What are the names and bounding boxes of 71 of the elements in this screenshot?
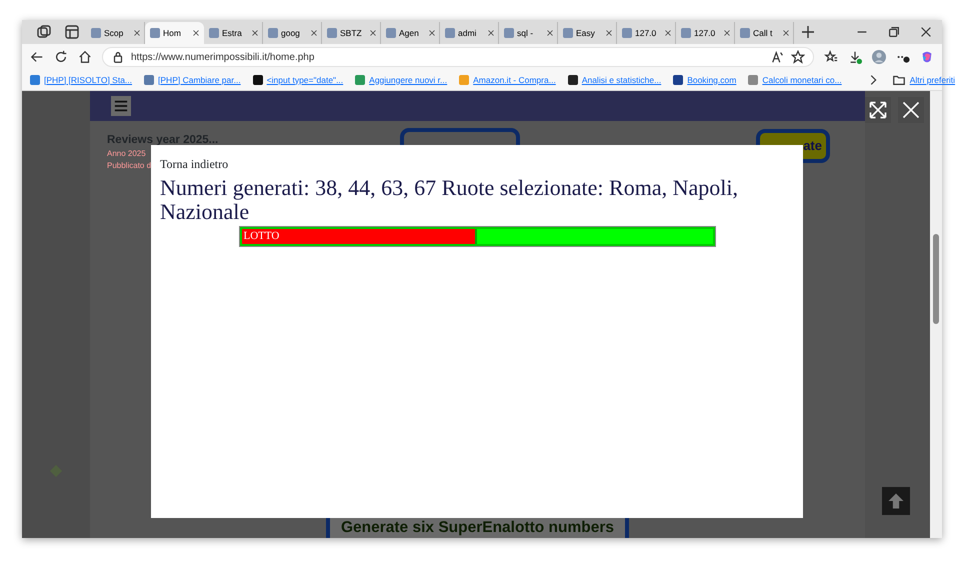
restore-icon[interactable] (887, 25, 901, 39)
favorites-icon[interactable] (824, 50, 838, 64)
browser-tab[interactable]: Hom (145, 22, 204, 44)
review-year: Anno 2025 (107, 148, 146, 160)
bookmark-link[interactable]: Aggiungere nuovi r... (355, 74, 448, 86)
favicon-icon (144, 75, 154, 85)
close-icon[interactable] (251, 29, 259, 37)
favicon-icon (568, 75, 578, 85)
bookmark-link[interactable]: Calcoli monetari co... (748, 74, 842, 86)
address-bar[interactable]: https://www.numerimpossibili.it/home.php (102, 47, 814, 67)
plus-icon[interactable] (800, 24, 816, 40)
close-icon[interactable] (546, 29, 554, 37)
back-link[interactable]: Torna indietro (160, 157, 228, 171)
bar-label: LOTTO (244, 229, 280, 244)
close-icon[interactable] (919, 25, 933, 39)
favicon-icon (504, 28, 514, 38)
favicon-icon (150, 28, 160, 38)
favicon-icon (459, 75, 470, 85)
bookmark-link[interactable]: Amazon.it - Compra... (459, 74, 556, 86)
tab-actions-icon[interactable] (64, 24, 80, 40)
folder-icon (892, 73, 906, 87)
menu-icon[interactable] (111, 96, 131, 116)
favicon-icon (355, 75, 366, 85)
close-icon[interactable] (192, 29, 200, 37)
favicon-icon (268, 28, 278, 38)
lock-icon (111, 50, 125, 64)
bookmark-link[interactable]: Booking.com (673, 74, 736, 86)
favicon-icon (622, 28, 632, 38)
review-date: Pubblicato d (107, 160, 152, 172)
close-icon[interactable] (723, 29, 731, 37)
favicon-icon (673, 75, 684, 85)
favicon-icon (30, 75, 40, 85)
close-icon[interactable] (133, 29, 141, 37)
bookmark-folder[interactable]: Altri preferiti (892, 73, 956, 87)
favicon-icon (681, 28, 691, 38)
scrollbar[interactable] (930, 91, 942, 538)
download-icon[interactable] (848, 50, 862, 64)
close-icon[interactable] (369, 29, 377, 37)
reload-icon[interactable] (54, 50, 68, 64)
read-aloud-icon[interactable] (771, 50, 785, 64)
favicon-icon (386, 28, 396, 38)
back-icon[interactable] (30, 50, 44, 64)
result-message: Numeri generati: 38, 44, 63, 67 Ruote selezionate: Roma, Napoli, Nazionale (160, 176, 739, 224)
favicon-icon (748, 75, 758, 85)
close-icon[interactable] (310, 29, 318, 37)
arrow-up-icon[interactable] (882, 487, 910, 515)
favicon-icon (327, 28, 337, 38)
star-icon[interactable] (791, 50, 805, 64)
workspaces-icon[interactable] (36, 24, 52, 40)
favicon-icon (91, 28, 101, 38)
bookmark-link[interactable]: Analisi e statistiche... (568, 74, 662, 86)
avatar-icon[interactable] (872, 50, 886, 64)
favicon-icon (209, 28, 219, 38)
close-icon[interactable] (428, 29, 436, 37)
favicon-icon (563, 28, 573, 38)
expand-icon[interactable] (865, 97, 891, 123)
url-text: https://www.numerimpossibili.it/home.php (131, 50, 316, 64)
bookmark-link[interactable]: [PHP] Cambiare par... (144, 74, 241, 86)
close-icon[interactable] (898, 97, 924, 123)
close-icon[interactable] (487, 29, 495, 37)
close-icon[interactable] (605, 29, 613, 37)
favicon-icon (252, 75, 263, 85)
scrollbar-thumb[interactable] (933, 234, 939, 324)
bookmark-link[interactable]: <input type="date"... (252, 74, 344, 86)
favicon-icon (445, 28, 455, 38)
bookmark-link[interactable]: [PHP] [RISOLTO] Sta... (30, 74, 132, 86)
close-icon[interactable] (782, 29, 790, 37)
favicon-icon (740, 28, 750, 38)
home-icon[interactable] (78, 50, 92, 64)
close-icon[interactable] (664, 29, 672, 37)
copilot-icon[interactable] (920, 50, 934, 64)
